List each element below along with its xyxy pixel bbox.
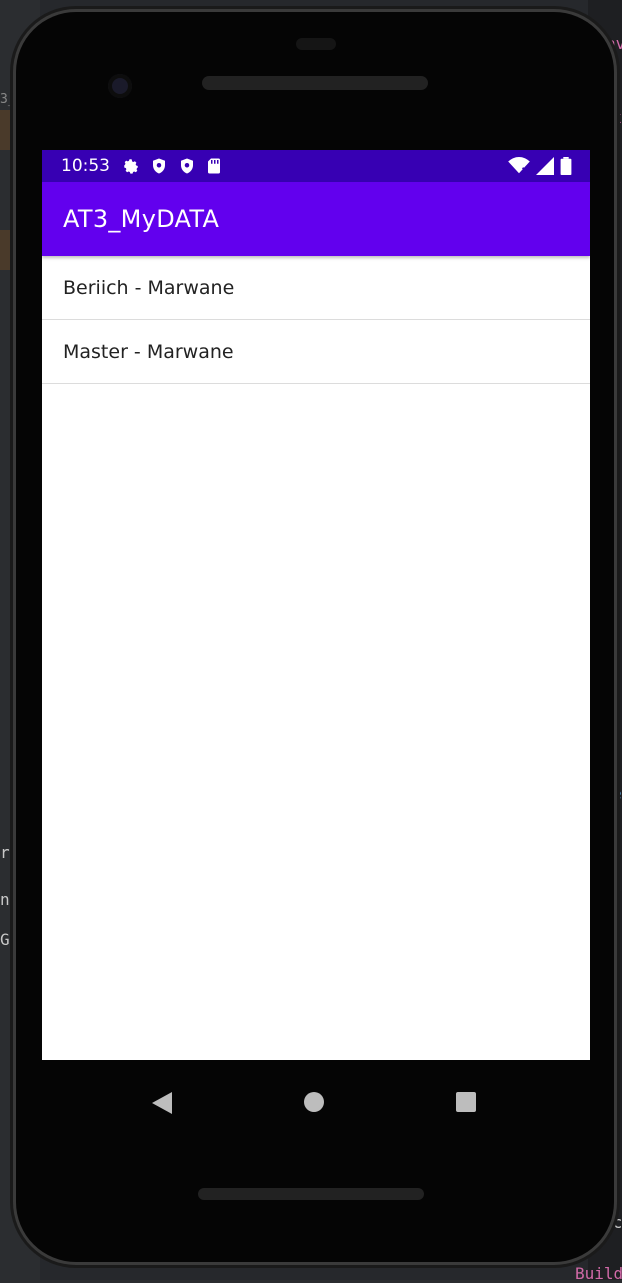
shield-icon [181, 158, 193, 174]
list-item[interactable]: Beriich - Marwane [42, 256, 590, 320]
list-item-label: Beriich - Marwane [63, 276, 235, 299]
navigation-bar [42, 1060, 590, 1150]
front-camera [108, 74, 132, 98]
signal-icon [536, 157, 554, 175]
list-item[interactable]: Master - Marwane [42, 320, 590, 384]
ide-text-fragment: Build [575, 1264, 622, 1283]
earpiece-speaker [202, 76, 428, 90]
gear-icon [124, 159, 138, 174]
wifi-icon [508, 157, 530, 174]
bottom-speaker [198, 1188, 424, 1200]
list-item-label: Master - Marwane [63, 340, 234, 363]
status-system-icons [508, 157, 572, 175]
status-notification-icons [122, 157, 222, 175]
data-list: Beriich - Marwane Master - Marwane [42, 256, 590, 384]
ide-text-fragment: r [0, 843, 10, 862]
recent-apps-icon[interactable] [456, 1092, 476, 1112]
app-title: AT3_MyDATA [63, 205, 220, 233]
phone-frame: 10:53 AT3_MyDATA Beriich - Marwane Maste… [16, 12, 614, 1262]
phone-screen: 10:53 AT3_MyDATA Beriich - Marwane Maste… [42, 150, 590, 1060]
back-icon[interactable] [152, 1092, 172, 1114]
ide-text-fragment: 3_ [0, 92, 16, 107]
home-icon[interactable] [304, 1092, 324, 1112]
shield-icon [153, 158, 165, 174]
app-toolbar: AT3_MyDATA [42, 182, 590, 256]
battery-icon [560, 157, 572, 175]
status-bar: 10:53 [42, 150, 590, 182]
status-time: 10:53 [61, 156, 110, 176]
phone-sensor [296, 38, 336, 50]
sd-card-icon [208, 158, 220, 174]
